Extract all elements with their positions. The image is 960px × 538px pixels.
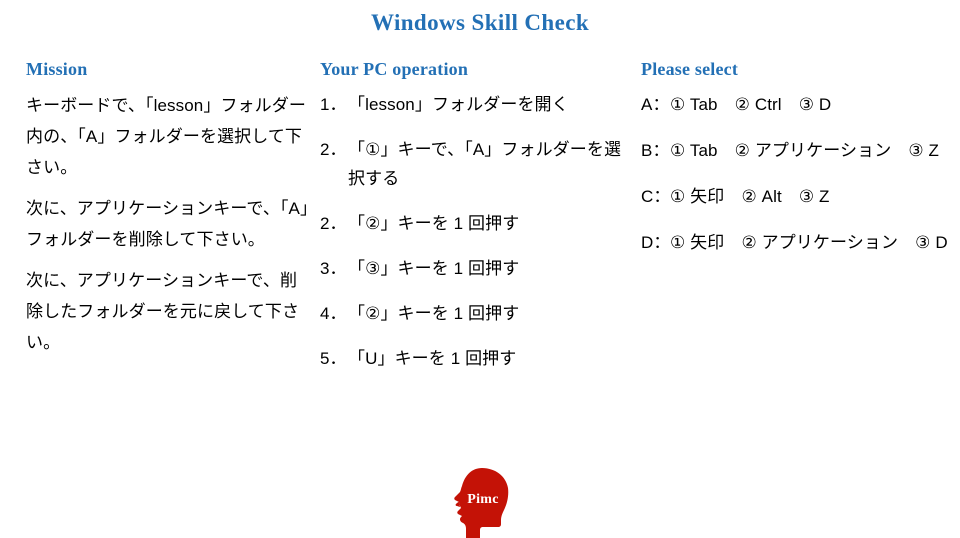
option-text: ① Tab ② アプリケーション ③ Z	[670, 140, 940, 160]
answer-option-d[interactable]: D： ① 矢印 ② アプリケーション ③ D	[641, 228, 951, 257]
option-key: C：	[641, 186, 671, 206]
step-text: 「①」キーで、「A」フォルダーを選択する	[348, 139, 622, 188]
step-text: 「U」キーを 1 回押す	[348, 348, 517, 368]
slide-root: Windows Skill Check Mission キーボードで、「less…	[0, 0, 960, 538]
pimc-logo: Pimc	[448, 466, 518, 538]
step-text: 「②」キーを 1 回押す	[348, 213, 520, 233]
column-heading-select: Please select	[641, 59, 739, 79]
step-text: 「②」キーを 1 回押す	[348, 303, 520, 323]
operation-step: 4． 「②」キーを 1 回押す	[320, 299, 632, 328]
option-key: A：	[641, 94, 670, 114]
step-number: 1．	[320, 94, 347, 114]
step-text: 「lesson」フォルダーを開く	[348, 94, 569, 114]
option-text: ① Tab ② Ctrl ③ D	[670, 94, 832, 114]
mission-paragraph: 次に、アプリケーションキーで、削除したフォルダーを元に戻して下さい。	[26, 270, 300, 352]
operation-step: 2． 「②」キーを 1 回押す	[320, 209, 632, 238]
mission-paragraph: キーボードで、「lesson」フォルダー内の、「A」フォルダーを選択して下さい。	[26, 95, 306, 177]
columns-container: Mission キーボードで、「lesson」フォルダー内の、「A」フォルダーを…	[0, 58, 960, 458]
option-key: D：	[641, 232, 671, 252]
column-select: Please select A： ① Tab ② Ctrl ③ D B： ① T…	[641, 58, 951, 257]
column-heading-operation: Your PC operation	[320, 59, 469, 79]
operation-step: 2． 「①」キーで、「A」フォルダーを選択する	[320, 135, 632, 193]
operation-step: 5． 「U」キーを 1 回押す	[320, 344, 632, 373]
answer-option-list: A： ① Tab ② Ctrl ③ D B： ① Tab ② アプリケーション …	[641, 90, 951, 257]
step-number: 3．	[320, 258, 347, 278]
mission-paragraph: 次に、アプリケーションキーで、「A」フォルダーを削除して下さい。	[26, 198, 309, 249]
column-operation: Your PC operation 1． 「lesson」フォルダーを開く 2．…	[320, 58, 632, 373]
column-heading-mission: Mission	[26, 59, 88, 79]
option-key: B：	[641, 140, 670, 160]
column-mission: Mission キーボードで、「lesson」フォルダー内の、「A」フォルダーを…	[26, 58, 311, 358]
page-title: Windows Skill Check	[370, 10, 590, 35]
step-number: 2．	[320, 213, 347, 233]
step-number: 2．	[320, 139, 347, 159]
head-silhouette-icon	[454, 468, 509, 538]
option-text: ① 矢印 ② アプリケーション ③ D	[670, 232, 948, 252]
operation-step-list: 1． 「lesson」フォルダーを開く 2． 「①」キーで、「A」フォルダーを選…	[320, 90, 632, 373]
step-number: 5．	[320, 348, 347, 368]
answer-option-a[interactable]: A： ① Tab ② Ctrl ③ D	[641, 90, 951, 119]
step-number: 4．	[320, 303, 347, 323]
operation-step: 3． 「③」キーを 1 回押す	[320, 254, 632, 283]
operation-step: 1． 「lesson」フォルダーを開く	[320, 90, 632, 119]
answer-option-c[interactable]: C： ① 矢印 ② Alt ③ Z	[641, 182, 951, 211]
step-text: 「③」キーを 1 回押す	[348, 258, 520, 278]
answer-option-b[interactable]: B： ① Tab ② アプリケーション ③ Z	[641, 136, 951, 165]
option-text: ① 矢印 ② Alt ③ Z	[670, 186, 830, 206]
